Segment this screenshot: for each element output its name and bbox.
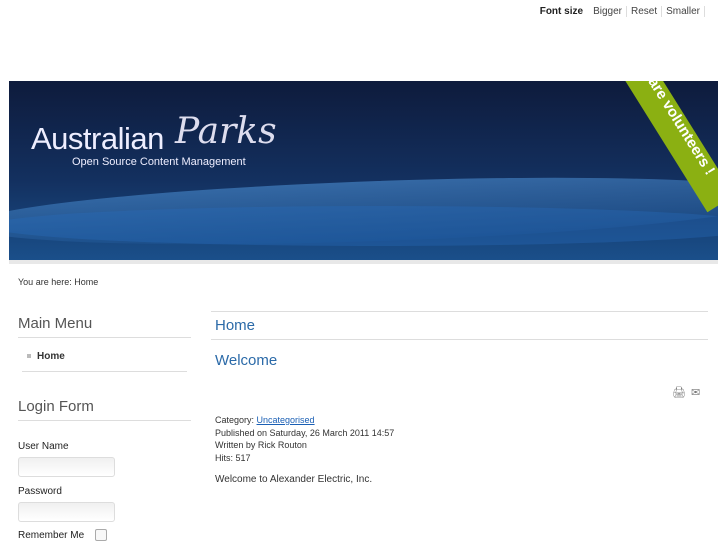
menu-item-home[interactable]: Home bbox=[22, 349, 187, 372]
header-banner: Australian Parks Open Source Content Man… bbox=[9, 81, 718, 260]
article-body: Welcome to Alexander Electric, Inc. bbox=[215, 474, 373, 485]
published-date: Published on Saturday, 26 March 2011 14:… bbox=[215, 427, 395, 438]
article-title[interactable]: Welcome bbox=[215, 352, 277, 369]
login-form-title: Login Form bbox=[18, 398, 191, 421]
main-menu-title: Main Menu bbox=[18, 315, 191, 338]
category-link[interactable]: Uncategorised bbox=[257, 415, 315, 425]
password-input[interactable] bbox=[18, 502, 115, 522]
username-label: User Name bbox=[18, 441, 69, 452]
font-size-controls: Font size Bigger Reset Smaller bbox=[540, 6, 705, 17]
print-icon[interactable]: 🖨 bbox=[672, 386, 686, 399]
password-label: Password bbox=[18, 486, 62, 497]
logo-script: Parks bbox=[175, 111, 277, 152]
logo-title: Australian bbox=[31, 121, 164, 156]
breadcrumb: You are here: Home bbox=[18, 277, 99, 287]
banner-divider bbox=[9, 260, 718, 264]
article-icons: 🖨 ✉ bbox=[672, 386, 700, 399]
remember-checkbox[interactable] bbox=[95, 529, 107, 541]
article-meta: Category: Uncategorised Published on Sat… bbox=[215, 414, 394, 465]
logo-subtitle: Open Source Content Management bbox=[72, 156, 246, 168]
bigger-link[interactable]: Bigger bbox=[589, 6, 627, 17]
banner-wave bbox=[9, 206, 718, 246]
page-heading: Home bbox=[211, 311, 708, 340]
username-input[interactable] bbox=[18, 457, 115, 477]
category-label: Category: bbox=[215, 415, 257, 425]
smaller-link[interactable]: Smaller bbox=[662, 6, 705, 17]
font-size-label: Font size bbox=[539, 6, 584, 17]
author: Written by Rick Routon bbox=[215, 440, 307, 451]
email-icon[interactable]: ✉ bbox=[691, 386, 700, 399]
reset-link[interactable]: Reset bbox=[627, 6, 663, 17]
remember-label: Remember Me bbox=[18, 530, 85, 541]
menu-item-label: Home bbox=[37, 351, 65, 362]
hits: Hits: 517 bbox=[215, 453, 251, 464]
bullet-icon bbox=[27, 354, 31, 359]
